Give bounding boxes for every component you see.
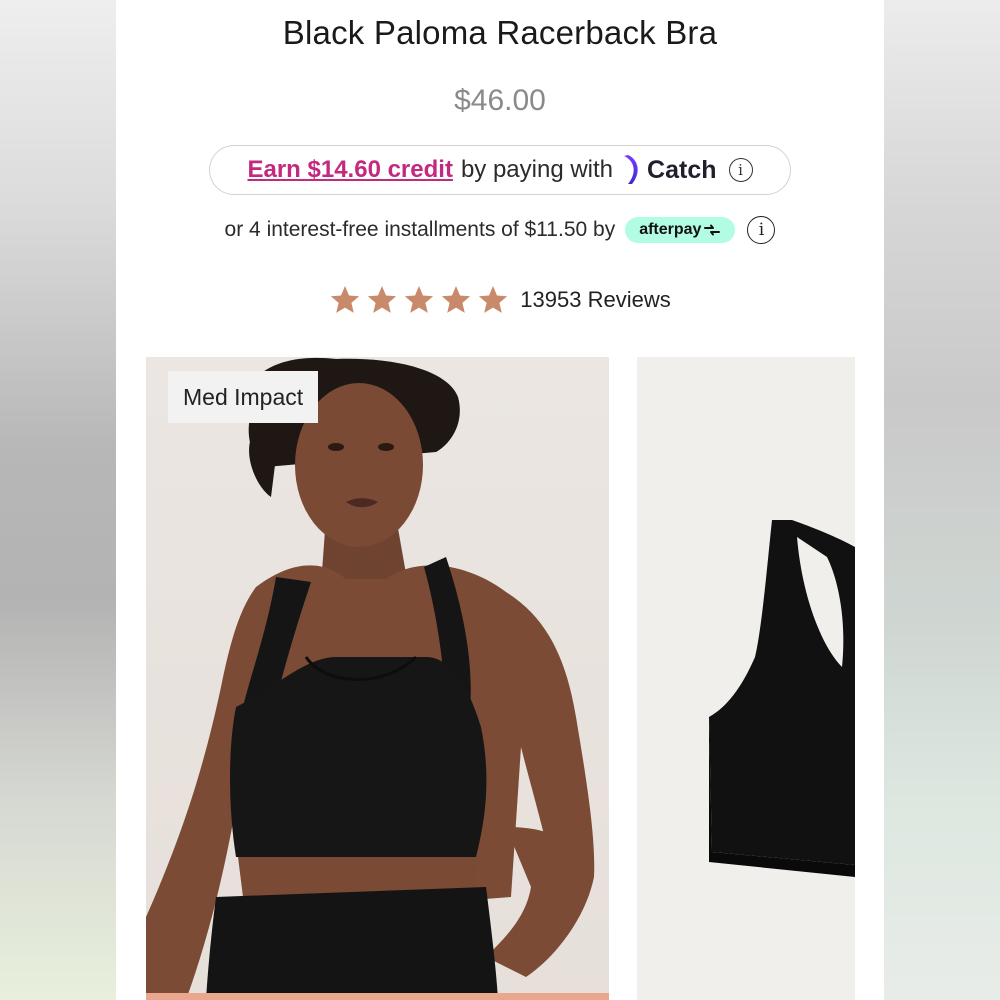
star-icon [331,286,360,313]
reviews-count[interactable]: 13953 Reviews [520,287,670,313]
flatlay-photo-illustration [709,520,855,877]
product-photo-model[interactable]: Med Impact [146,357,609,1000]
product-price: $46.00 [454,84,546,117]
earn-credit-link[interactable]: Earn $14.60 credit [247,156,452,184]
catch-credit-banner[interactable]: Earn $14.60 credit by paying with Catch … [209,145,791,195]
star-icon [405,286,434,313]
model-photo-illustration [146,357,595,1000]
image-bottom-bar [146,993,609,1000]
catch-by-text: by paying with [460,156,614,183]
impact-tag: Med Impact [168,371,319,423]
catch-logo-icon [624,155,638,184]
catch-info-icon[interactable]: i [728,158,753,182]
afterpay-badge[interactable]: afterpay [625,217,736,243]
background-right [884,0,1000,1000]
afterpay-label: afterpay [639,221,702,238]
afterpay-installments: or 4 interest-free installments of $11.5… [116,216,884,244]
catch-brand: Catch [647,155,717,184]
product-page: Black Paloma Racerback Bra $46.00 Earn $… [116,0,884,1000]
product-title: Black Paloma Racerback Bra [282,14,718,51]
star-icon [442,286,471,313]
afterpay-arrows-icon [704,224,721,236]
background-left [0,0,116,1000]
afterpay-info-icon[interactable]: i [747,216,776,244]
star-icon [479,286,508,313]
product-rating[interactable]: 13953 Reviews [116,284,884,316]
star-icon [368,286,397,313]
product-photo-flatlay[interactable] [637,357,855,1000]
star-rating [329,284,514,316]
installments-text: or 4 interest-free installments of $11.5… [224,218,616,241]
